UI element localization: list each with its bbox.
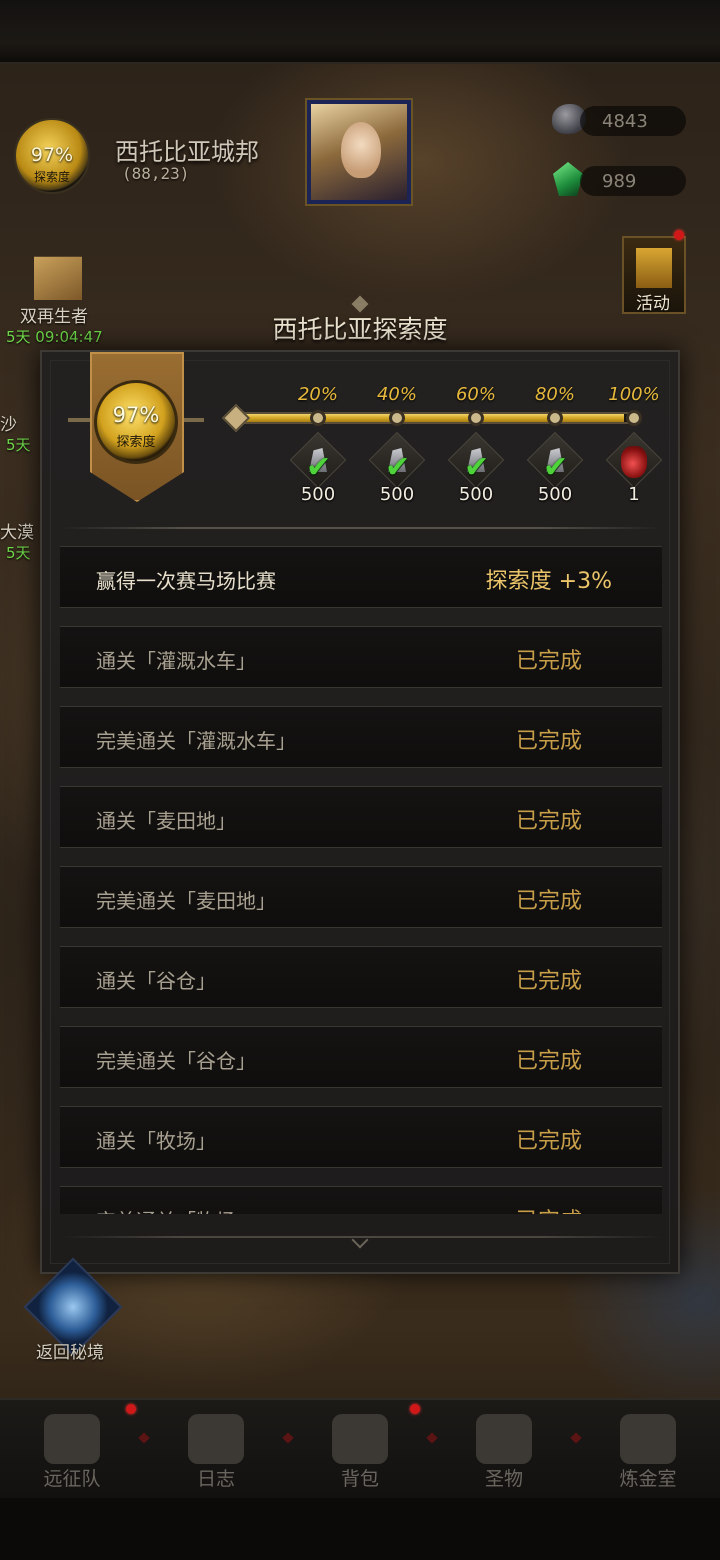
region-coords: (88,23) bbox=[122, 164, 190, 183]
task-name: 完美通关「谷仓」 bbox=[96, 1049, 256, 1073]
bottom-nav: 远征队 日志 背包 圣物 炼金室 bbox=[0, 1398, 720, 1498]
milestone-pct: 40% bbox=[376, 384, 417, 405]
helmet-icon bbox=[44, 1414, 100, 1464]
nav-notification-dot bbox=[410, 1404, 420, 1414]
nav-tab[interactable]: 圣物 bbox=[432, 1400, 576, 1500]
task-status: 已完成 bbox=[515, 969, 582, 994]
task-name: 完美通关「灌溉水车」 bbox=[96, 729, 296, 753]
task-name: 通关「麦田地」 bbox=[96, 809, 236, 833]
header-divider bbox=[62, 527, 662, 529]
return-label: 返回秘境 bbox=[36, 1343, 104, 1363]
task-status: 已完成 bbox=[515, 1049, 582, 1074]
side-event-label[interactable]: 沙 bbox=[0, 410, 17, 435]
task-row[interactable]: 完美通关「牧场」 已完成 bbox=[60, 1186, 662, 1214]
task-status: 已完成 bbox=[515, 889, 582, 914]
nav-tab-label: 炼金室 bbox=[619, 1468, 677, 1490]
milestone-pct: 100% bbox=[608, 384, 660, 405]
side-event-label[interactable]: 大漠 bbox=[0, 518, 34, 543]
task-status: 已完成 bbox=[515, 729, 582, 754]
exploration-progress-fill bbox=[240, 414, 625, 422]
task-name: 赢得一次赛马场比赛 bbox=[96, 569, 276, 593]
milestone-reward-qty: 1 bbox=[628, 484, 640, 505]
activity-notification-dot bbox=[674, 230, 684, 240]
exploration-gauge-label: 探索度 bbox=[116, 435, 156, 450]
checkmark-icon: ✔ bbox=[306, 450, 332, 485]
nav-tab-label: 日志 bbox=[196, 1468, 235, 1490]
task-status: 已完成 bbox=[515, 649, 582, 674]
milestone-node bbox=[389, 410, 405, 426]
milestone-pct: 80% bbox=[534, 384, 575, 405]
gift-icon bbox=[636, 248, 672, 288]
bottom-strip bbox=[0, 1498, 720, 1560]
task-list[interactable]: 赢得一次赛马场比赛 探索度 +3% 通关「灌溉水车」 已完成 完美通关「灌溉水车」 已完成… bbox=[60, 546, 662, 1214]
region-exploration-gauge[interactable]: 97% 探索度 bbox=[14, 118, 90, 194]
checkmark-icon: ✔ bbox=[385, 450, 411, 485]
exploration-gauge-pct: 97% bbox=[112, 403, 160, 427]
nav-tab[interactable]: 远征队 bbox=[0, 1400, 144, 1500]
task-status: 已完成 bbox=[515, 1129, 582, 1154]
avatar-face bbox=[341, 122, 381, 178]
nav-tab-label: 远征队 bbox=[43, 1468, 101, 1490]
task-status: 探索度 +3% bbox=[485, 569, 612, 594]
milestone-node bbox=[626, 410, 642, 426]
alchemy-icon bbox=[620, 1414, 676, 1464]
side-event-timer: 5天 bbox=[6, 436, 31, 454]
milestone-reward-qty: 500 bbox=[458, 484, 494, 505]
nav-tab[interactable]: 日志 bbox=[144, 1400, 288, 1500]
gem-count: 989 bbox=[602, 171, 637, 192]
gem-currency[interactable]: 989 bbox=[580, 166, 686, 196]
stone-count: 4843 bbox=[602, 111, 648, 132]
milestone-reward-qty: 500 bbox=[537, 484, 573, 505]
modal-title: 西托比亚探索度 bbox=[272, 315, 448, 344]
milestone-node bbox=[547, 410, 563, 426]
top-frame bbox=[0, 0, 720, 64]
exploration-gauge: 97% 探索度 bbox=[94, 380, 178, 464]
bag-icon bbox=[332, 1414, 388, 1464]
milestone-reward-qty: 500 bbox=[379, 484, 415, 505]
milestone-node bbox=[310, 410, 326, 426]
exploration-progress-bar bbox=[238, 412, 638, 424]
nav-notification-dot bbox=[126, 1404, 136, 1414]
task-row[interactable]: 赢得一次赛马场比赛 探索度 +3% bbox=[60, 546, 662, 608]
task-name: 完美通关「牧场」 bbox=[96, 1205, 256, 1214]
task-row[interactable]: 通关「麦田地」 已完成 bbox=[60, 786, 662, 848]
checkmark-icon: ✔ bbox=[464, 450, 490, 485]
task-row[interactable]: 完美通关「麦田地」 已完成 bbox=[60, 866, 662, 928]
task-name: 通关「牧场」 bbox=[96, 1129, 216, 1153]
region-exploration-pct: 97% bbox=[30, 144, 74, 166]
task-status: 已完成 bbox=[516, 1203, 582, 1214]
task-name: 完美通关「麦田地」 bbox=[96, 889, 276, 913]
task-name: 通关「谷仓」 bbox=[96, 969, 216, 993]
region-name: 西托比亚城邦 bbox=[115, 138, 259, 166]
task-row[interactable]: 通关「灌溉水车」 已完成 bbox=[60, 626, 662, 688]
nav-tab[interactable]: 炼金室 bbox=[576, 1400, 720, 1500]
task-row[interactable]: 通关「牧场」 已完成 bbox=[60, 1106, 662, 1168]
brazier-icon bbox=[476, 1414, 532, 1464]
potion-icon bbox=[621, 446, 647, 478]
task-row[interactable]: 完美通关「谷仓」 已完成 bbox=[60, 1026, 662, 1088]
milestone-pct: 20% bbox=[297, 384, 338, 405]
exploration-modal: 97% 探索度 20% ✔ 500 40% ✔ 500 60% ✔ 500 80% ✔ 500 100%… bbox=[40, 350, 680, 1274]
task-status: 已完成 bbox=[515, 809, 582, 834]
nav-tab[interactable]: 背包 bbox=[288, 1400, 432, 1500]
region-exploration-label: 探索度 bbox=[33, 170, 70, 184]
milestone-pct: 60% bbox=[455, 384, 496, 405]
player-avatar[interactable] bbox=[307, 100, 411, 204]
nav-tab-label: 背包 bbox=[340, 1468, 379, 1490]
milestone-reward-qty: 500 bbox=[300, 484, 336, 505]
map-scroll-icon bbox=[188, 1414, 244, 1464]
checkmark-icon: ✔ bbox=[543, 450, 569, 485]
task-name: 通关「灌溉水车」 bbox=[96, 649, 256, 673]
stone-currency[interactable]: 4843 bbox=[580, 106, 686, 136]
milestone-node bbox=[468, 410, 484, 426]
task-row[interactable]: 完美通关「灌溉水车」 已完成 bbox=[60, 706, 662, 768]
task-row[interactable]: 通关「谷仓」 已完成 bbox=[60, 946, 662, 1008]
nav-tab-label: 圣物 bbox=[484, 1468, 523, 1490]
side-event-timer: 5天 bbox=[6, 544, 31, 562]
